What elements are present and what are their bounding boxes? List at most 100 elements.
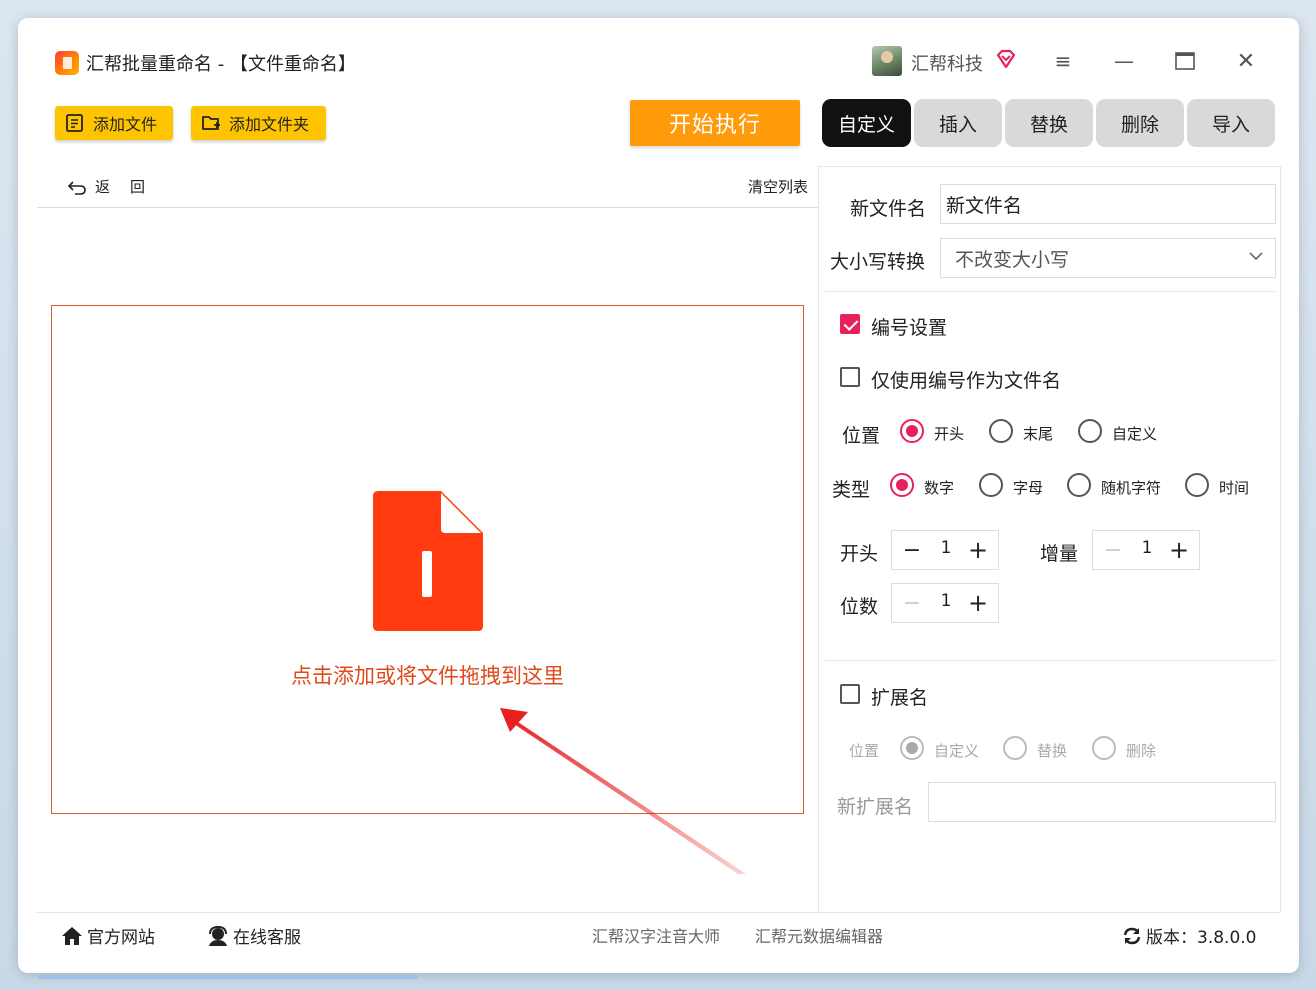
add-folder-label: 添加文件夹	[229, 115, 310, 134]
increment-value[interactable]: 1	[1137, 538, 1157, 558]
add-file-button[interactable]: 添加文件	[55, 106, 173, 140]
increment-label: 增量	[1040, 543, 1079, 565]
numbering-label: 编号设置	[871, 317, 948, 339]
file-list-icon	[66, 114, 83, 132]
add-folder-button[interactable]: 添加文件夹	[191, 106, 326, 140]
position-label: 位置	[842, 425, 881, 447]
position-start-label: 开头	[934, 425, 965, 443]
extension-checkbox[interactable]	[840, 684, 860, 704]
type-random-radio[interactable]	[1067, 473, 1091, 497]
headset-icon	[209, 925, 227, 946]
increment-increment-button[interactable]: +	[1169, 536, 1189, 564]
divider	[825, 291, 1275, 292]
tab-insert[interactable]: 插入	[914, 99, 1002, 147]
type-time-label: 时间	[1219, 479, 1250, 497]
only-number-checkbox[interactable]	[840, 367, 860, 387]
case-select[interactable]: 不改变大小写	[940, 238, 1276, 278]
type-number-radio[interactable]	[890, 473, 914, 497]
support-link[interactable]: 在线客服	[207, 923, 301, 948]
support-label: 在线客服	[233, 928, 301, 948]
undo-icon	[67, 180, 86, 195]
footer: 官方网站 在线客服 汇帮汉字注音大师 汇帮元数据编辑器 版本：3.8.0.0	[37, 912, 1281, 952]
ext-replace-radio[interactable]	[1003, 736, 1027, 760]
ext-custom-radio[interactable]	[900, 736, 924, 760]
position-end-radio[interactable]	[989, 419, 1013, 443]
hint-arrow	[500, 708, 746, 874]
user-name[interactable]: 汇帮科技	[911, 50, 983, 76]
maximize-icon[interactable]	[1172, 48, 1198, 74]
close-icon[interactable]: ✕	[1233, 48, 1259, 74]
type-time-radio[interactable]	[1185, 473, 1209, 497]
tab-custom[interactable]: 自定义	[822, 99, 911, 147]
numbering-checkbox[interactable]	[840, 314, 860, 334]
ext-replace-label: 替换	[1037, 742, 1068, 760]
vip-diamond-icon[interactable]	[995, 48, 1017, 70]
app-window: 汇帮批量重命名 - 【文件重命名】 汇帮科技 ≡ — ✕ 添加文件 添加文件夹	[18, 18, 1299, 973]
tab-replace[interactable]: 替换	[1005, 99, 1093, 147]
drop-hint-text: 点击添加或将文件拖拽到这里	[291, 664, 564, 688]
version-info[interactable]: 版本：3.8.0.0	[1122, 923, 1256, 948]
back-label-b: 回	[130, 178, 146, 196]
digits-label: 位数	[840, 596, 879, 618]
back-button[interactable]: 返 回	[67, 176, 145, 197]
extension-label: 扩展名	[871, 687, 929, 709]
digits-stepper[interactable]: − 1 +	[891, 583, 999, 623]
digits-increment-button[interactable]: +	[968, 589, 988, 617]
position-end-label: 末尾	[1023, 425, 1054, 443]
ext-delete-radio[interactable]	[1092, 736, 1116, 760]
pinyin-tool-link[interactable]: 汇帮汉字注音大师	[592, 923, 720, 947]
refresh-icon	[1123, 927, 1141, 944]
start-value[interactable]: 1	[936, 538, 956, 558]
ext-delete-label: 删除	[1126, 742, 1157, 760]
increment-stepper[interactable]: − 1 +	[1092, 530, 1200, 570]
add-folder-icon	[202, 116, 220, 130]
case-select-value: 不改变大小写	[955, 248, 1070, 271]
type-letter-label: 字母	[1013, 479, 1044, 497]
add-document-icon	[373, 491, 483, 631]
divider	[825, 660, 1275, 661]
type-letter-radio[interactable]	[979, 473, 1003, 497]
start-decrement-button[interactable]: −	[902, 538, 922, 563]
start-button[interactable]: 开始执行	[630, 100, 800, 146]
only-number-label: 仅使用编号作为文件名	[871, 370, 1062, 392]
digits-decrement-button[interactable]: −	[902, 591, 922, 616]
app-title: 汇帮批量重命名 - 【文件重命名】	[86, 54, 356, 75]
user-avatar[interactable]	[872, 46, 902, 76]
type-random-label: 随机字符	[1101, 479, 1162, 497]
tab-delete[interactable]: 删除	[1096, 99, 1184, 147]
chevron-down-icon	[1249, 252, 1263, 261]
settings-panel: 新文件名 新文件名 大小写转换 不改变大小写 编号设置 仅使用编号作为文件名 位…	[818, 166, 1281, 912]
metadata-editor-link[interactable]: 汇帮元数据编辑器	[755, 923, 883, 947]
position-custom-radio[interactable]	[1078, 419, 1102, 443]
ext-custom-label: 自定义	[934, 742, 980, 760]
website-label: 官方网站	[87, 928, 155, 948]
new-ext-label: 新扩展名	[837, 796, 914, 818]
ext-position-label: 位置	[849, 742, 880, 760]
start-stepper[interactable]: − 1 +	[891, 530, 999, 570]
type-label: 类型	[832, 479, 871, 501]
case-label: 大小写转换	[830, 251, 926, 273]
tab-import[interactable]: 导入	[1187, 99, 1275, 147]
menu-icon[interactable]: ≡	[1050, 48, 1076, 74]
type-number-label: 数字	[924, 479, 955, 497]
digits-value[interactable]: 1	[936, 591, 956, 611]
website-link[interactable]: 官方网站	[61, 923, 155, 948]
increment-decrement-button[interactable]: −	[1103, 538, 1123, 563]
new-ext-input[interactable]	[928, 782, 1276, 822]
minimize-icon[interactable]: —	[1111, 48, 1137, 74]
add-file-label: 添加文件	[93, 115, 158, 134]
start-label: 开头	[840, 543, 879, 565]
back-label-a: 返	[95, 178, 111, 196]
version-label: 版本：3.8.0.0	[1146, 928, 1257, 948]
clear-list-button[interactable]: 清空列表	[748, 176, 808, 197]
title-bar: 汇帮批量重命名 - 【文件重命名】 汇帮科技 ≡ — ✕	[18, 18, 1299, 98]
new-name-input[interactable]: 新文件名	[940, 184, 1276, 224]
start-increment-button[interactable]: +	[968, 536, 988, 564]
home-icon	[62, 926, 82, 945]
taskbar-strip	[38, 975, 418, 979]
app-logo-icon	[55, 51, 79, 75]
position-start-radio[interactable]	[900, 419, 924, 443]
new-name-label: 新文件名	[850, 198, 927, 220]
file-list-header: 返 回 清空列表	[37, 168, 818, 208]
position-custom-label: 自定义	[1112, 425, 1158, 443]
